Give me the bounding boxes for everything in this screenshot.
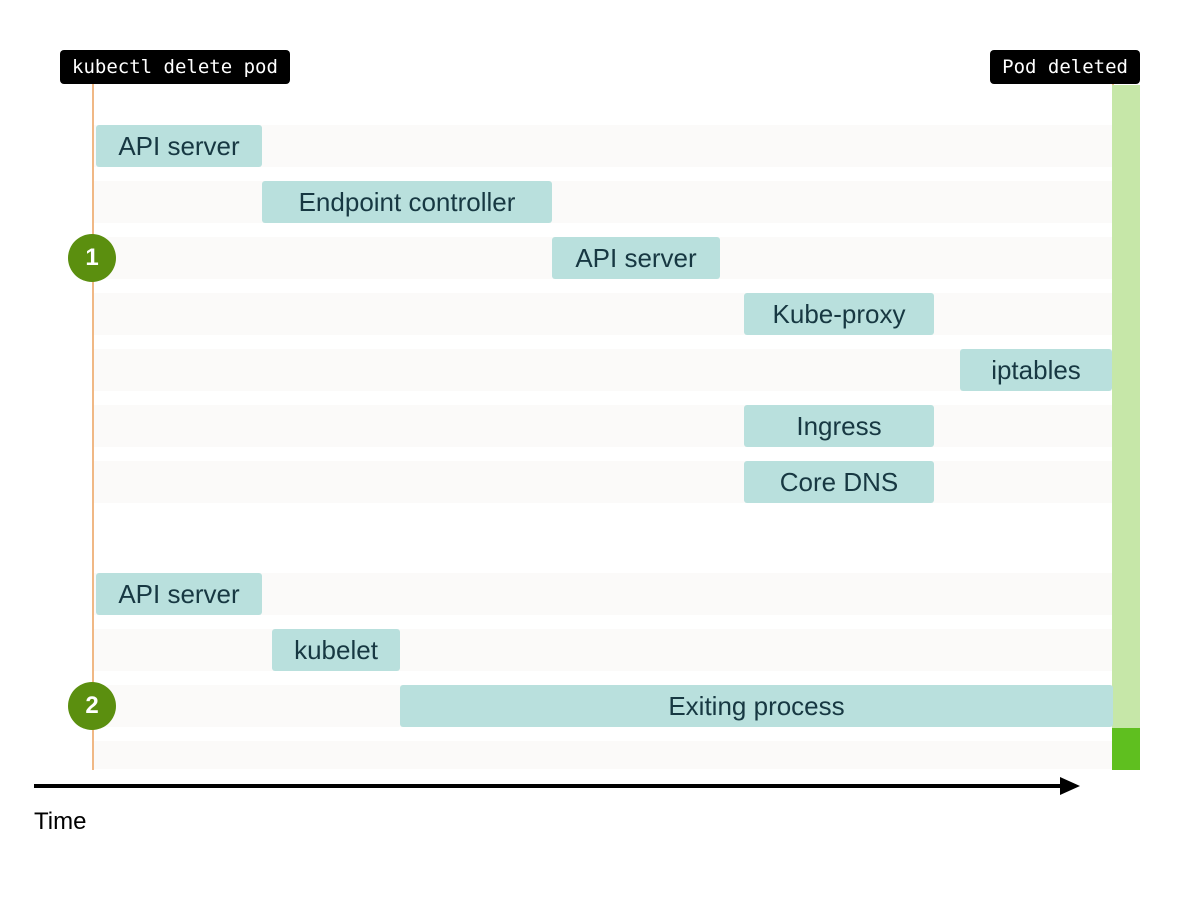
task-ingress: Ingress (744, 405, 934, 447)
time-axis-arrow (34, 775, 1080, 797)
event-end-label: Pod deleted (990, 50, 1140, 84)
timeline-row (94, 629, 1112, 671)
group-badge-2: 2 (68, 682, 116, 730)
timeline-row (94, 405, 1112, 447)
completion-strip (1112, 85, 1140, 770)
task-api-server: API server (96, 125, 262, 167)
timeline-row (94, 461, 1112, 503)
group-badge-1: 1 (68, 234, 116, 282)
task-iptables: iptables (960, 349, 1112, 391)
event-start-label: kubectl delete pod (60, 50, 290, 84)
timeline-chart: kubectl delete pod Pod deleted API serve… (60, 50, 1140, 760)
task-endpoint-controller: Endpoint controller (262, 181, 552, 223)
timeline-row (94, 181, 1112, 223)
time-axis-label: Time (34, 808, 86, 836)
task-core-dns: Core DNS (744, 461, 934, 503)
task-api-server-2: API server (552, 237, 720, 279)
task-exiting-process: Exiting process (400, 685, 1113, 727)
task-api-server-3: API server (96, 573, 262, 615)
completion-accent (1112, 728, 1140, 770)
timeline-row (94, 293, 1112, 335)
task-kubelet: kubelet (272, 629, 400, 671)
timeline-row (94, 741, 1112, 769)
task-kube-proxy: Kube-proxy (744, 293, 934, 335)
